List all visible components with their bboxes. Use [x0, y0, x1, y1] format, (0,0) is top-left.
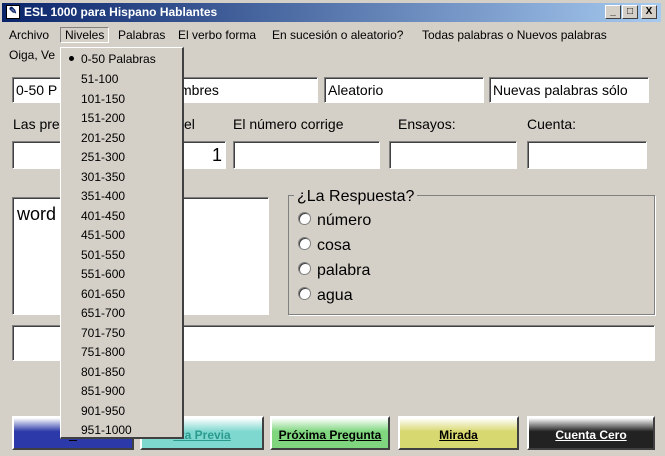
category-field: mbres	[176, 77, 318, 103]
level-menu-item[interactable]: 151-200	[81, 111, 125, 125]
menu-sucesion[interactable]: En sucesión o aleatorio?	[272, 28, 403, 42]
selected-bullet-icon	[69, 56, 74, 61]
level-menu-item[interactable]: 201-250	[81, 131, 125, 145]
level-menu-item[interactable]: 451-500	[81, 228, 125, 242]
answer-option-label: número	[317, 212, 372, 229]
menu-palabras[interactable]: Palabras	[118, 28, 165, 42]
label-correct: El número corrige	[233, 116, 344, 132]
level-menu-item[interactable]: 301-350	[81, 170, 125, 184]
menu-niveles[interactable]: Niveles	[60, 27, 110, 43]
level-menu-item[interactable]: 551-600	[81, 267, 125, 281]
level-menu-item[interactable]: 601-650	[81, 287, 125, 301]
newwords-field: Nuevas palabras sólo	[489, 77, 649, 103]
label-nivel: el	[184, 116, 195, 132]
label-las-pre: Las pre	[13, 116, 60, 132]
app-icon[interactable]: ✎	[6, 5, 20, 19]
menu-bar: Archivo Niveles Palabras El verbo forma …	[2, 26, 661, 45]
level-menu-item[interactable]: 401-450	[81, 209, 125, 223]
title-bar[interactable]: ✎ ESL 1000 para Hispano Hablantes _ □ X	[2, 3, 661, 22]
label-count: Cuenta:	[527, 116, 577, 132]
answer-option[interactable]: cosa	[298, 237, 351, 257]
levels-dropdown-menu: 0-50 Palabras 51-100 101-150 151-200 201-25…	[60, 47, 184, 439]
menu-verbo-forma[interactable]: El verbo forma	[178, 28, 256, 42]
order-field: Aleatorio	[324, 77, 484, 103]
level-menu-item[interactable]: 901-950	[81, 404, 125, 418]
radio-icon[interactable]	[298, 212, 311, 226]
answer-group-title: ¿La Respuesta?	[294, 188, 418, 206]
answer-option-label: cosa	[317, 237, 351, 254]
app-window: ✎ ESL 1000 para Hispano Hablantes _ □ X …	[0, 0, 665, 456]
level-menu-item[interactable]: 751-800	[81, 345, 125, 359]
level-menu-item-selected[interactable]: 0-50 Palabras	[69, 52, 156, 66]
radio-icon[interactable]	[298, 262, 311, 276]
maximize-button[interactable]: □	[622, 5, 638, 19]
menu-archivo[interactable]: Archivo	[9, 28, 49, 42]
level-menu-item[interactable]: 251-300	[81, 150, 125, 164]
level-menu-item[interactable]: 351-400	[81, 189, 125, 203]
radio-icon[interactable]	[298, 287, 311, 301]
correct-field	[233, 141, 380, 169]
minimize-button[interactable]: _	[605, 5, 621, 19]
answer-option[interactable]: agua	[298, 287, 353, 307]
level-menu-item[interactable]: 801-850	[81, 365, 125, 379]
level-menu-item[interactable]: 51-100	[81, 72, 118, 86]
radio-icon[interactable]	[298, 237, 311, 251]
answer-option-label: agua	[317, 287, 353, 304]
look-button[interactable]: Mirada	[398, 416, 519, 450]
count-field	[527, 141, 647, 169]
level-menu-item[interactable]: 651-700	[81, 306, 125, 320]
reset-count-button[interactable]: Cuenta Cero	[527, 416, 655, 450]
level-menu-item-label: 0-50 Palabras	[81, 52, 156, 66]
level-menu-item[interactable]: 501-550	[81, 248, 125, 262]
label-attempts: Ensayos:	[398, 116, 456, 132]
level-menu-item[interactable]: 951-1000	[81, 423, 132, 437]
level-menu-item[interactable]: 851-900	[81, 384, 125, 398]
answer-option[interactable]: número	[298, 212, 371, 232]
answer-option-label: palabra	[317, 262, 371, 279]
next-question-button[interactable]: Próxima Pregunta	[270, 416, 390, 450]
level-menu-item[interactable]: 701-750	[81, 326, 125, 340]
menu-todas-palabras[interactable]: Todas palabras o Nuevos palabras	[422, 28, 607, 42]
menu-oiga[interactable]: Oiga, Ve	[9, 48, 55, 62]
answer-option[interactable]: palabra	[298, 262, 370, 282]
level-menu-item[interactable]: 101-150	[81, 92, 125, 106]
attempts-field	[389, 141, 517, 169]
window-title: ESL 1000 para Hispano Hablantes	[24, 5, 218, 19]
close-button[interactable]: X	[641, 5, 657, 19]
